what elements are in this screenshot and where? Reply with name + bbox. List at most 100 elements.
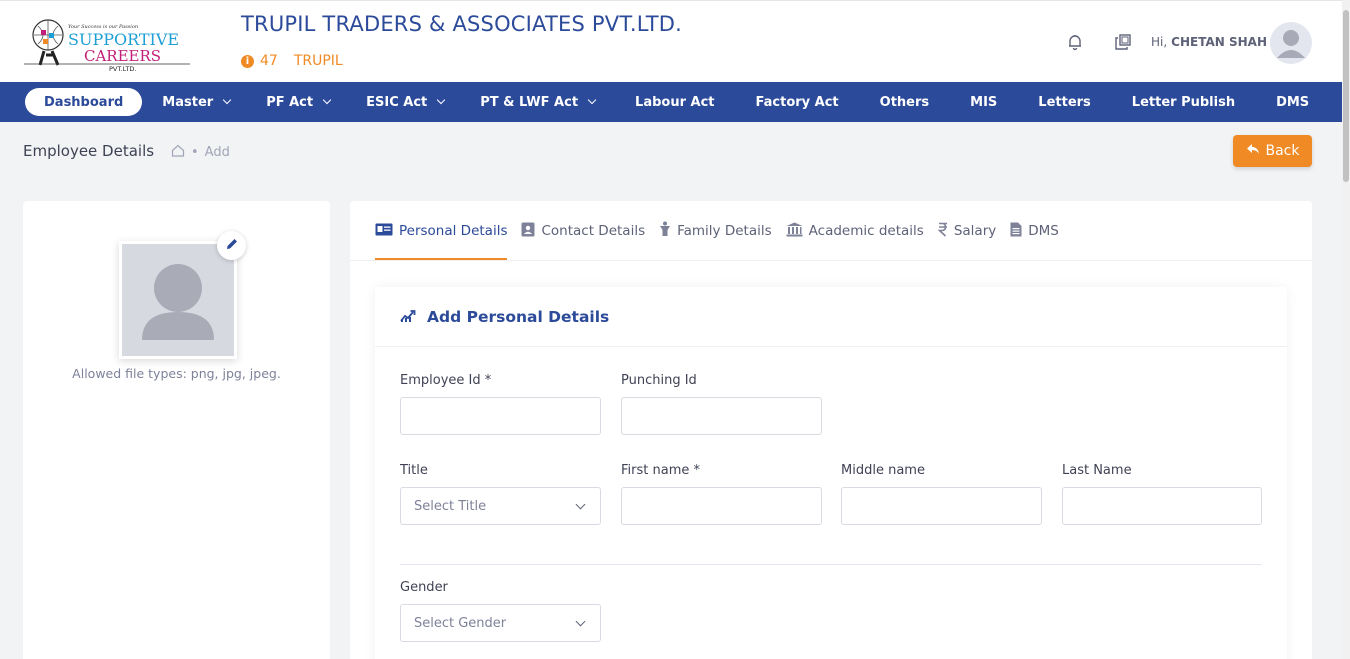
tabs-divider bbox=[350, 260, 1312, 261]
last-name-label: Last Name bbox=[1062, 463, 1132, 478]
svg-text:CAREERS: CAREERS bbox=[84, 47, 161, 65]
info-icon: i bbox=[241, 54, 254, 68]
breadcrumb-separator: • bbox=[191, 145, 199, 160]
form-divider bbox=[400, 564, 1262, 565]
tab-academic-details[interactable]: Academic details bbox=[786, 201, 924, 261]
tab-label: Academic details bbox=[808, 223, 924, 239]
title-select[interactable]: Select Title bbox=[400, 487, 601, 525]
first-name-label: First name * bbox=[621, 463, 700, 478]
nav-label: Labour Act bbox=[635, 94, 715, 110]
home-icon[interactable] bbox=[171, 144, 185, 161]
tab-contact-details[interactable]: Contact Details bbox=[521, 201, 645, 261]
company-info: i 47 TRUPIL bbox=[241, 53, 343, 69]
chevron-down-icon bbox=[437, 95, 446, 105]
nav-dms[interactable]: DMS bbox=[1262, 88, 1323, 116]
employee-form-card: Personal Details Contact Details Family … bbox=[350, 201, 1312, 659]
breadcrumb-current: Add bbox=[204, 145, 230, 160]
title-select-placeholder: Select Title bbox=[414, 498, 487, 514]
user-greeting: Hi, CHETAN SHAH bbox=[1151, 35, 1267, 49]
middle-name-input[interactable] bbox=[841, 487, 1042, 525]
chevron-down-icon bbox=[575, 499, 586, 510]
nav-label: Factory Act bbox=[755, 94, 839, 110]
chevron-down-icon bbox=[587, 95, 597, 105]
company-name: TRUPIL TRADERS & ASSOCIATES PVT.LTD. bbox=[241, 12, 683, 36]
profile-photo-card: Allowed file types: png, jpg, jpeg. bbox=[23, 201, 330, 659]
document-icon bbox=[1010, 222, 1022, 241]
personal-details-form: Add Personal Details Employee Id * Punch… bbox=[375, 287, 1287, 659]
form-header: Add Personal Details bbox=[375, 287, 1287, 347]
nav-others[interactable]: Others bbox=[866, 88, 944, 116]
tab-label: DMS bbox=[1028, 223, 1059, 239]
tab-label: Personal Details bbox=[399, 223, 508, 239]
tab-bar: Personal Details Contact Details Family … bbox=[375, 201, 1059, 261]
nav-mis[interactable]: MIS bbox=[956, 88, 1011, 116]
title-label: Title bbox=[400, 463, 428, 478]
id-card-icon bbox=[375, 223, 393, 240]
svg-text:PVT.LTD.: PVT.LTD. bbox=[109, 65, 136, 73]
edit-photo-button[interactable] bbox=[217, 231, 246, 260]
nav-label: PT & LWF Act bbox=[480, 94, 579, 110]
nav-letter-publish[interactable]: Letter Publish bbox=[1118, 88, 1249, 116]
tab-dms[interactable]: DMS bbox=[1010, 201, 1059, 261]
scrollbar-thumb[interactable] bbox=[1343, 10, 1349, 182]
bell-icon[interactable] bbox=[1066, 33, 1084, 51]
chevron-down-icon bbox=[322, 95, 332, 105]
greeting-prefix: Hi, bbox=[1151, 35, 1168, 49]
contact-book-icon bbox=[521, 222, 535, 241]
nav-pt-lwf-act[interactable]: PT & LWF Act bbox=[466, 88, 609, 116]
nav-factory-act[interactable]: Factory Act bbox=[742, 88, 853, 116]
nav-dashboard[interactable]: Dashboard bbox=[25, 88, 143, 116]
company-number: 47 bbox=[260, 53, 278, 69]
nav-label: PF Act bbox=[266, 94, 314, 110]
profile-photo bbox=[119, 241, 237, 359]
nav-esic-act[interactable]: ESIC Act bbox=[352, 88, 458, 116]
pencil-icon bbox=[226, 238, 238, 254]
tab-label: Family Details bbox=[677, 223, 772, 239]
gender-select[interactable]: Select Gender bbox=[400, 604, 601, 642]
nav-label: Dashboard bbox=[44, 94, 124, 110]
middle-name-label: Middle name bbox=[841, 463, 925, 478]
form-heading: Add Personal Details bbox=[427, 307, 610, 326]
nav-letters[interactable]: Letters bbox=[1024, 88, 1105, 116]
tab-label: Contact Details bbox=[541, 223, 646, 239]
punching-id-label: Punching Id bbox=[621, 373, 697, 388]
tab-salary[interactable]: Salary bbox=[937, 201, 997, 261]
nav-label: Others bbox=[879, 94, 930, 110]
nav-label: DMS bbox=[1276, 94, 1310, 110]
top-header: Your Success is our Passion SUPPORTIVE C… bbox=[0, 0, 1342, 82]
nav-label: ESIC Act bbox=[366, 94, 428, 110]
nav-label: Master bbox=[162, 94, 214, 110]
last-name-input[interactable] bbox=[1062, 487, 1262, 525]
person-icon bbox=[659, 221, 671, 241]
company-code: TRUPIL bbox=[293, 53, 343, 69]
reply-arrow-icon bbox=[1246, 143, 1260, 159]
nav-label: Letter Publish bbox=[1131, 94, 1236, 110]
back-label: Back bbox=[1265, 143, 1300, 159]
nav-label: MIS bbox=[970, 94, 998, 110]
chevron-down-icon bbox=[575, 616, 586, 627]
page-title: Employee Details bbox=[23, 142, 155, 160]
gender-label: Gender bbox=[400, 580, 448, 595]
company-logo[interactable]: Your Success is our Passion SUPPORTIVE C… bbox=[24, 11, 190, 73]
chevron-down-icon bbox=[222, 95, 232, 105]
employee-id-input[interactable] bbox=[400, 397, 601, 435]
back-button[interactable]: Back bbox=[1233, 135, 1312, 167]
nav-master[interactable]: Master bbox=[148, 88, 244, 116]
employee-id-label: Employee Id * bbox=[400, 373, 492, 388]
tab-personal-details[interactable]: Personal Details bbox=[375, 201, 508, 261]
tab-label: Salary bbox=[953, 223, 997, 239]
nav-label: Letters bbox=[1038, 94, 1091, 110]
tab-family-details[interactable]: Family Details bbox=[659, 201, 772, 261]
allowed-file-types: Allowed file types: png, jpg, jpeg. bbox=[72, 366, 281, 381]
user-avatar[interactable] bbox=[1270, 22, 1312, 64]
user-name: CHETAN SHAH bbox=[1171, 35, 1267, 49]
breadcrumb: • Add bbox=[171, 144, 230, 161]
copy-icon[interactable] bbox=[1114, 33, 1132, 51]
first-name-input[interactable] bbox=[621, 487, 822, 525]
main-nav: Dashboard Master PF Act ESIC Act PT & LW… bbox=[0, 82, 1342, 122]
nav-labour-act[interactable]: Labour Act bbox=[621, 88, 728, 116]
nav-pf-act[interactable]: PF Act bbox=[252, 88, 344, 116]
punching-id-input[interactable] bbox=[621, 397, 822, 435]
rupee-icon bbox=[937, 222, 948, 241]
institution-icon bbox=[786, 222, 803, 241]
